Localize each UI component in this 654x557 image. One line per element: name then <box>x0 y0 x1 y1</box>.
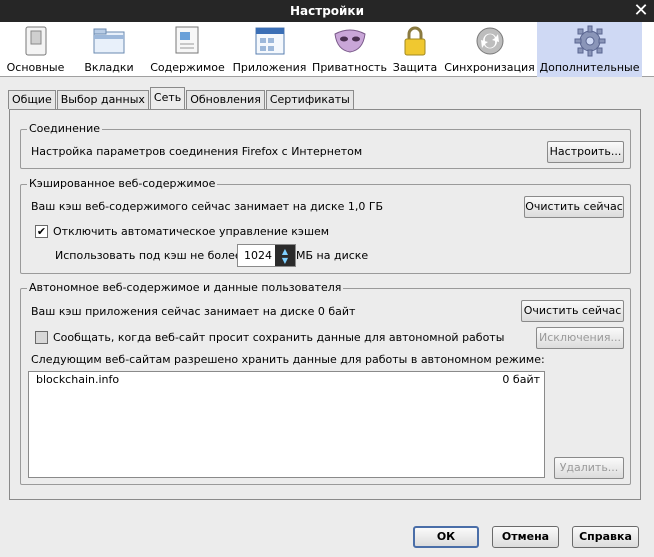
clear-cache-button[interactable]: Очистить сейчас <box>524 196 624 218</box>
applications-icon <box>253 25 287 57</box>
toolbar-item-label: Вкладки <box>84 61 134 74</box>
cache-usage-text: Ваш кэш веб-содержимого сейчас занимает … <box>31 200 384 213</box>
stepper-down-icon[interactable]: ▼ <box>282 256 288 265</box>
cache-legend: Кэшированное веб-содержимое <box>27 177 218 190</box>
toolbar-item-privacy[interactable]: Приватность <box>311 22 388 77</box>
toolbar-item-tabs[interactable]: Вкладки <box>71 22 147 77</box>
cache-size-stepper[interactable]: 1024 ▲ ▼ <box>237 244 296 267</box>
switch-icon <box>19 25 53 57</box>
tab-data-choices[interactable]: Выбор данных <box>56 90 149 109</box>
help-button[interactable]: Справка <box>572 526 639 548</box>
notify-offline-checkbox[interactable] <box>35 331 48 344</box>
toolbar-item-label: Дополнительные <box>539 61 640 74</box>
toolbar-item-general[interactable]: Основные <box>0 22 71 77</box>
tab-general[interactable]: Общие <box>8 90 56 109</box>
sync-icon <box>473 25 507 57</box>
toolbar-item-applications[interactable]: Приложения <box>228 22 311 77</box>
offline-sites-label: Следующим веб-сайтам разрешено хранить д… <box>31 353 545 366</box>
toolbar-item-label: Синхронизация <box>444 61 535 74</box>
toolbar-item-label: Основные <box>6 61 65 74</box>
toolbar-item-security[interactable]: Защита <box>388 22 442 77</box>
connection-settings-button[interactable]: Настроить... <box>547 141 624 163</box>
stepper-arrows[interactable]: ▲ ▼ <box>275 245 295 266</box>
offline-sites-list[interactable]: blockchain.info 0 байт <box>28 371 545 478</box>
override-cache-label: Отключить автоматическое управление кэше… <box>53 225 330 238</box>
remove-site-button[interactable]: Удалить... <box>554 457 624 479</box>
cancel-button[interactable]: Отмена <box>492 526 559 548</box>
toolbar-item-content[interactable]: Содержимое <box>147 22 228 77</box>
toolbar-item-label: Приложения <box>232 61 307 74</box>
tabs-icon <box>92 25 126 57</box>
site-name: blockchain.info <box>36 373 120 386</box>
connection-legend: Соединение <box>27 122 103 135</box>
connection-description: Настройка параметров соединения Firefox … <box>31 145 363 158</box>
close-icon[interactable]: ✕ <box>632 2 650 20</box>
toolbar-item-label: Содержимое <box>150 61 225 74</box>
preferences-toolbar: Основные Вкладки Содержимое Приложения П… <box>0 22 654 77</box>
toolbar-item-label: Защита <box>392 61 438 74</box>
tab-certificates[interactable]: Сертификаты <box>265 90 354 109</box>
cache-size-value[interactable]: 1024 <box>238 245 275 266</box>
tab-updates[interactable]: Обновления <box>186 90 265 109</box>
ok-button[interactable]: ОК <box>413 526 479 548</box>
site-size: 0 байт <box>502 373 540 386</box>
offline-legend: Автономное веб-содержимое и данные польз… <box>27 281 344 294</box>
title-bar: Настройки ✕ <box>0 0 654 22</box>
toolbar-item-advanced[interactable]: Дополнительные <box>537 22 642 77</box>
mask-icon <box>333 25 367 57</box>
notify-offline-label: Сообщать, когда веб-сайт просит сохранит… <box>53 331 505 344</box>
tab-strip: Общие Выбор данных Сеть Обновления Серти… <box>8 87 355 109</box>
override-cache-checkbox[interactable]: ✔ <box>35 225 48 238</box>
gear-icon <box>573 25 607 57</box>
cache-limit-label: Использовать под кэш не более <box>55 249 242 262</box>
lock-icon <box>398 25 432 57</box>
offline-usage-text: Ваш кэш приложения сейчас занимает на ди… <box>31 305 356 318</box>
stepper-up-icon[interactable]: ▲ <box>282 247 288 256</box>
network-panel: Соединение Настройка параметров соединен… <box>9 109 641 500</box>
content-icon <box>171 25 205 57</box>
exceptions-button[interactable]: Исключения... <box>536 327 624 349</box>
toolbar-item-label: Приватность <box>312 61 387 74</box>
cache-limit-unit: МБ на диске <box>296 249 369 262</box>
list-item[interactable]: blockchain.info 0 байт <box>29 372 544 387</box>
clear-offline-button[interactable]: Очистить сейчас <box>521 300 624 322</box>
window-title: Настройки <box>289 4 364 18</box>
toolbar-item-sync[interactable]: Синхронизация <box>442 22 537 77</box>
tab-network[interactable]: Сеть <box>149 87 186 109</box>
